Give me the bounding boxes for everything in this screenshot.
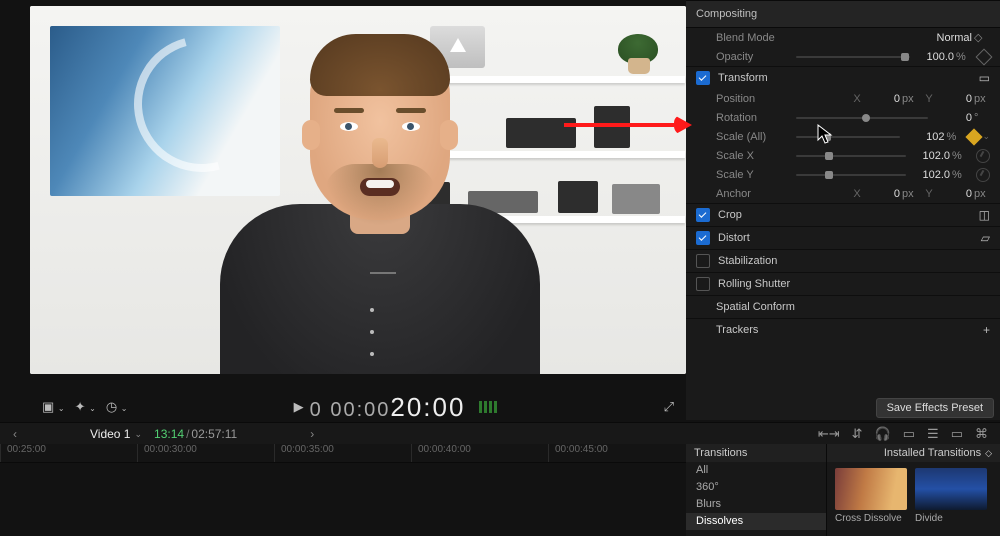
retime-tool-icon[interactable]: ◷ ⌄ (106, 399, 128, 415)
next-edit-icon[interactable]: › (297, 427, 327, 441)
category-blurs[interactable]: Blurs (686, 496, 826, 513)
scale-all-row[interactable]: Scale (All) 102% ⌄ (686, 127, 1000, 146)
clip-position: 13:14 (154, 427, 184, 441)
timeline[interactable]: 00:25:00 00:00:30:00 00:00:35:00 00:00:4… (0, 444, 686, 536)
position-row[interactable]: Position X0px Y0px (686, 89, 1000, 108)
audio-icon[interactable]: 🎧 (875, 426, 891, 442)
trackers-group[interactable]: Trackers + (686, 318, 1000, 341)
video-inspector: Compositing Blend Mode Normal◇ Opacity 1… (686, 0, 1000, 420)
reset-icon[interactable] (976, 168, 990, 182)
rotation-row[interactable]: Rotation 0° (686, 108, 1000, 127)
clip-name[interactable]: Video 1 (90, 427, 130, 441)
viewer-canvas[interactable] (30, 6, 686, 374)
crop-checkbox[interactable] (696, 208, 710, 222)
snap-icon[interactable]: ⇤⇥ (818, 426, 840, 442)
window-icon[interactable]: ▭ (951, 426, 963, 442)
stabilization-checkbox[interactable] (696, 254, 710, 268)
opacity-row[interactable]: Opacity 100.0% (686, 47, 1000, 66)
distort-icon[interactable]: ▱ (981, 231, 990, 245)
transform-group[interactable]: Transform ▭ (686, 66, 1000, 89)
scale-y-row[interactable]: Scale Y 102.0% (686, 165, 1000, 184)
transform-icon[interactable]: ▭ (979, 71, 990, 85)
transitions-header: Transitions (686, 444, 826, 462)
category-all[interactable]: All (686, 462, 826, 479)
distort-group[interactable]: Distort ▱ (686, 226, 1000, 249)
spatial-conform-group[interactable]: Spatial Conform (686, 295, 1000, 318)
timeline-tracks[interactable] (0, 463, 686, 536)
play-button[interactable]: ▶ (294, 399, 304, 415)
crop-icon[interactable]: ◫ (979, 208, 990, 222)
compositing-header: Compositing (686, 0, 1000, 28)
category-dissolves[interactable]: Dissolves (686, 513, 826, 530)
solo-icon[interactable]: ▭ (903, 426, 915, 442)
timeline-ruler[interactable]: 00:25:00 00:00:30:00 00:00:35:00 00:00:4… (0, 444, 686, 463)
prev-edit-icon[interactable]: ‹ (0, 427, 30, 441)
clip-duration: 02:57:11 (191, 427, 237, 441)
effects-browser: Transitions All 360° Blurs Dissolves Ins… (686, 444, 1000, 536)
transform-checkbox[interactable] (696, 71, 710, 85)
transition-divide[interactable]: Divide (915, 468, 987, 524)
scale-x-row[interactable]: Scale X 102.0% (686, 146, 1000, 165)
audio-meters (479, 401, 497, 413)
timecode-display[interactable]: 0 00:0020:00 (310, 392, 466, 423)
index-icon[interactable]: ☰ (927, 426, 939, 442)
crop-group[interactable]: Crop ◫ (686, 203, 1000, 226)
fullscreen-icon[interactable]: ⤢ (664, 399, 674, 415)
enhance-tool-icon[interactable]: ✦ ⌄ (75, 399, 96, 415)
rolling-shutter-checkbox[interactable] (696, 277, 710, 291)
viewer-toolbar: ▣ ⌄ ✦ ⌄ ◷ ⌄ ▶ 0 00:0020:00 ⤢ (30, 395, 686, 419)
keyframe-active-icon[interactable] (966, 128, 983, 145)
installed-transitions-header[interactable]: Installed Transitions◇ (827, 444, 1000, 462)
save-effects-preset-button[interactable]: Save Effects Preset (876, 398, 994, 418)
transition-cross-dissolve[interactable]: Cross Dissolve (835, 468, 907, 524)
video-frame-illustration (30, 6, 686, 374)
category-360[interactable]: 360° (686, 479, 826, 496)
crop-tool-icon[interactable]: ▣ ⌄ (42, 399, 65, 415)
effects-icon[interactable]: ⌘ (975, 426, 988, 442)
blend-mode-row[interactable]: Blend Mode Normal◇ (686, 28, 1000, 47)
anchor-row[interactable]: Anchor X0px Y0px (686, 184, 1000, 203)
clip-strip: ‹ Video 1⌄ 13:14 / 02:57:11 › ⇤⇥ ⇵ 🎧 ▭ ☰… (0, 422, 1000, 446)
keyframe-icon[interactable] (976, 48, 993, 65)
stabilization-group[interactable]: Stabilization (686, 249, 1000, 272)
chevron-down-icon[interactable]: ⌄ (134, 429, 142, 440)
reset-icon[interactable] (976, 149, 990, 163)
distort-checkbox[interactable] (696, 231, 710, 245)
add-tracker-icon[interactable]: + (983, 323, 990, 337)
skimming-icon[interactable]: ⇵ (852, 426, 863, 442)
rolling-shutter-group[interactable]: Rolling Shutter (686, 272, 1000, 295)
